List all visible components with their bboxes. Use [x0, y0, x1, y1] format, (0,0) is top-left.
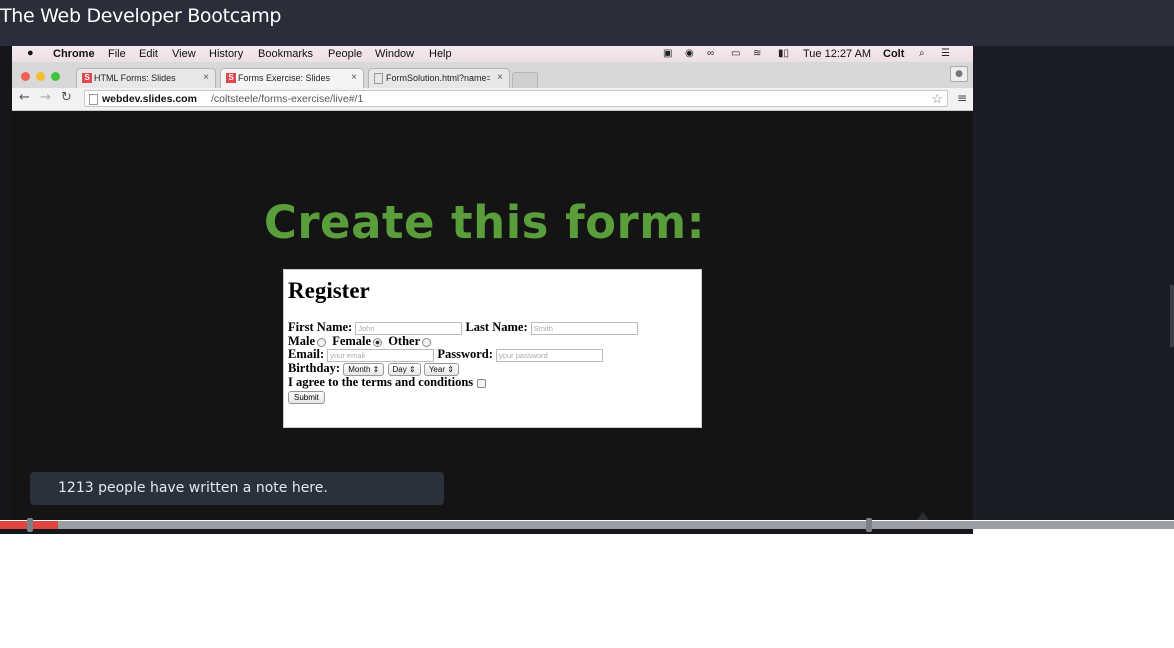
- email-field: your email: [327, 348, 435, 362]
- month-select: Month ⇕: [343, 362, 385, 376]
- password-field: your password: [496, 348, 604, 362]
- tab-title: FormSolution.html?name=: [386, 73, 490, 83]
- gender-male-label: Male: [288, 334, 316, 348]
- credentials-row: Email: your email Password: your passwor…: [288, 347, 604, 362]
- new-tab-button: [512, 72, 538, 89]
- gender-other-label: Other: [388, 334, 421, 348]
- side-panel-handle[interactable]: [1170, 285, 1174, 347]
- note-bubble[interactable]: 1213 people have written a note here.: [30, 472, 444, 505]
- minimize-window-icon: [36, 72, 45, 81]
- address-bar: webdev.slides.com /coltsteele/forms-exer…: [84, 90, 948, 107]
- tab-title: HTML Forms: Slides: [94, 73, 176, 83]
- browser-toolbar: ← → ↻ webdev.slides.com /coltsteele/form…: [12, 88, 973, 111]
- birthday-row: Birthday: Month ⇕ Day ⇕ Year ⇕: [288, 361, 459, 376]
- menubar-user: Colt: [883, 48, 905, 60]
- bookmark-star-icon: ☆: [931, 91, 943, 106]
- menu-history: History: [209, 48, 244, 60]
- first-name-label: First Name:: [288, 320, 353, 334]
- forward-arrow-icon: →: [40, 90, 51, 105]
- password-label: Password:: [437, 347, 493, 361]
- menu-edit: Edit: [139, 48, 158, 60]
- email-label: Email:: [288, 347, 325, 361]
- spotlight-icon: ⌕: [919, 48, 925, 59]
- last-name-field: Smith: [530, 321, 638, 335]
- menubar-clock: Tue 12:27 AM: [803, 48, 872, 60]
- progress-bar[interactable]: [0, 521, 1174, 529]
- tab-close-icon: ×: [203, 72, 209, 83]
- form-title: Register: [288, 278, 370, 303]
- day-select: Day ⇕: [387, 362, 421, 376]
- course-header: The Web Developer Bootcamp: [0, 0, 1174, 46]
- page-icon: [89, 94, 98, 105]
- video-frame: ● Chrome File Edit View History Bookmark…: [12, 46, 973, 520]
- note-marker[interactable]: [866, 518, 872, 532]
- glasses-icon: ∞: [707, 48, 715, 59]
- player-bottom-strip: [0, 529, 973, 534]
- terms-row: I agree to the terms and conditions: [288, 375, 487, 390]
- menu-window: Window: [375, 48, 415, 60]
- document-favicon-icon: [374, 73, 383, 84]
- menu-people: People: [328, 48, 363, 60]
- terms-label: I agree to the terms and conditions: [288, 375, 474, 389]
- name-row: First Name: John Last Name: Smith: [288, 320, 638, 335]
- tab-close-icon: ×: [351, 72, 357, 83]
- tab-close-icon: ×: [497, 72, 503, 83]
- apple-icon: ●: [27, 47, 34, 59]
- terms-checkbox: [477, 378, 487, 388]
- tab-title: Forms Exercise: Slides: [238, 73, 331, 83]
- course-title: The Web Developer Bootcamp: [0, 5, 282, 27]
- menu-bookmarks: Bookmarks: [258, 48, 314, 60]
- wifi-icon: ≋: [753, 48, 762, 59]
- close-window-icon: [21, 72, 30, 81]
- menu-chrome: Chrome: [53, 48, 95, 60]
- battery-icon: ▮▯: [778, 48, 790, 59]
- year-select: Year ⇕: [423, 362, 459, 376]
- menu-view: View: [172, 48, 196, 60]
- zoom-window-icon: [51, 72, 60, 81]
- gender-male-radio: [317, 337, 327, 347]
- chrome-menu-icon: ≡: [956, 91, 967, 105]
- slides-favicon-icon: S: [82, 73, 92, 83]
- url-path: /coltsteele/forms-exercise/live#/1: [211, 93, 364, 105]
- browser-tabstrip: S HTML Forms: Slides × S Forms Exercise:…: [12, 62, 973, 89]
- gender-female-label: Female: [332, 334, 372, 348]
- birthday-label: Birthday:: [288, 361, 341, 375]
- airplay-icon: ▭: [731, 48, 741, 59]
- submit-button: Submit: [288, 391, 325, 404]
- slides-favicon-icon: S: [226, 73, 236, 83]
- tab-html-forms: S HTML Forms: Slides ×: [76, 68, 216, 88]
- mac-menubar: ● Chrome File Edit View History Bookmark…: [12, 46, 973, 62]
- submit-row: Submit: [288, 389, 325, 404]
- note-marker[interactable]: [27, 518, 33, 532]
- control-caret-icon: [917, 512, 929, 520]
- back-arrow-icon: ←: [19, 90, 30, 105]
- reload-icon: ↻: [61, 90, 72, 105]
- first-name-field: John: [355, 321, 463, 335]
- video-side-panel: [973, 46, 1174, 520]
- facetime-icon: ▣: [663, 48, 673, 59]
- slide-heading: Create this form:: [263, 196, 706, 249]
- tab-forms-exercise: S Forms Exercise: Slides ×: [220, 68, 364, 88]
- gender-female-radio: [373, 337, 383, 347]
- last-name-label: Last Name:: [465, 320, 528, 334]
- menu-file: File: [108, 48, 126, 60]
- creative-cloud-icon: ◉: [685, 48, 694, 59]
- menu-help: Help: [429, 48, 452, 60]
- profile-icon: ●: [950, 66, 968, 82]
- gender-other-radio: [422, 337, 432, 347]
- tab-form-solution: FormSolution.html?name= ×: [368, 68, 510, 88]
- notification-list-icon: ☰: [941, 48, 950, 59]
- register-form-image: Register First Name: John Last Name: Smi…: [283, 269, 702, 428]
- url-host: webdev.slides.com: [102, 93, 197, 105]
